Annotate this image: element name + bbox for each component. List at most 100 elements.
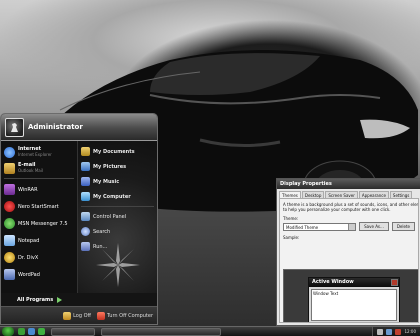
control-panel-icon xyxy=(81,212,90,221)
program-winrar[interactable]: WinRAR xyxy=(1,181,77,198)
start-menu-header: Administrator xyxy=(1,114,157,141)
sample-window-title: Active Window xyxy=(312,279,354,285)
quick-launch-icon-1[interactable] xyxy=(18,328,25,335)
notepad-icon xyxy=(4,235,15,246)
sample-window-body: Window Text xyxy=(311,289,397,321)
place-my-computer-label: My Computer xyxy=(93,193,131,200)
program-msn[interactable]: MSN Messenger 7.5 xyxy=(1,215,77,232)
program-nero[interactable]: Nero StartSmart xyxy=(1,198,77,215)
all-programs-button[interactable]: All Programs xyxy=(1,293,157,306)
power-icon xyxy=(96,312,105,320)
display-properties-dialog: Display Properties Themes Desktop Screen… xyxy=(276,178,420,326)
volume-icon[interactable] xyxy=(377,328,384,335)
program-drdivx-label: Dr. DivX xyxy=(18,254,39,261)
music-icon xyxy=(81,177,90,186)
place-my-pictures[interactable]: My Pictures xyxy=(78,159,157,174)
user-avatar[interactable] xyxy=(5,117,24,137)
close-icon xyxy=(391,279,398,286)
turn-off-label: Turn Off Computer xyxy=(106,313,153,319)
start-menu-separator xyxy=(4,178,74,179)
user-name: Administrator xyxy=(28,123,83,131)
place-my-pictures-label: My Pictures xyxy=(93,163,127,170)
theme-select[interactable]: Modified Theme xyxy=(283,222,357,231)
tab-settings[interactable]: Settings xyxy=(389,191,413,198)
quick-launch-icon-2[interactable] xyxy=(28,328,35,335)
turn-off-button[interactable]: Turn Off Computer xyxy=(96,312,153,320)
sample-window-text: Window Text xyxy=(313,291,339,296)
start-menu-footer: Log Off Turn Off Computer xyxy=(1,306,157,324)
pinned-internet-subtitle: Internet Explorer xyxy=(18,152,52,157)
place-my-documents[interactable]: My Documents xyxy=(78,144,157,159)
starburst-decoration xyxy=(96,243,140,287)
program-wordpad[interactable]: WordPad xyxy=(1,266,77,283)
system-control-panel[interactable]: Control Panel xyxy=(78,209,157,224)
place-my-computer[interactable]: My Computer xyxy=(78,189,157,204)
program-drdivx[interactable]: Dr. DivX xyxy=(1,249,77,266)
network-icon[interactable] xyxy=(386,328,393,335)
start-button[interactable] xyxy=(2,327,14,336)
email-icon xyxy=(4,162,15,174)
chevron-down-icon xyxy=(348,223,356,230)
horse-icon xyxy=(11,122,18,132)
start-menu-left-pane: Internet Internet Explorer E-mail Outlook … xyxy=(1,141,77,293)
program-msn-label: MSN Messenger 7.5 xyxy=(18,220,68,227)
quick-launch xyxy=(18,328,45,335)
log-off-label: Log Off xyxy=(73,313,91,319)
wordpad-icon xyxy=(4,269,15,280)
program-winrar-label: WinRAR xyxy=(18,186,38,193)
program-wordpad-label: WordPad xyxy=(18,271,40,278)
msn-messenger-icon xyxy=(4,218,15,229)
start-menu-right-pane: My Documents My Pictures My Music My Com… xyxy=(77,141,157,293)
computer-icon xyxy=(81,192,90,201)
sample-active-window: Active Window Window Text xyxy=(308,277,400,322)
pinned-email[interactable]: E-mail Outlook Mail xyxy=(1,160,77,176)
delete-button[interactable]: Delete xyxy=(391,222,415,231)
clock[interactable]: 12:00 xyxy=(404,329,416,334)
log-off-button[interactable]: Log Off xyxy=(63,312,91,320)
dialog-tabs: Themes Desktop Screen Saver Appearance S… xyxy=(277,189,420,198)
pictures-icon xyxy=(81,162,90,171)
system-search-label: Search xyxy=(93,228,111,235)
log-off-icon xyxy=(63,312,72,320)
theme-select-value: Modified Theme xyxy=(286,224,319,230)
sample-label: Sample: xyxy=(283,235,300,240)
system-tray: 12:00 xyxy=(372,326,420,336)
place-my-documents-label: My Documents xyxy=(93,148,135,155)
start-menu-right-separator xyxy=(81,206,154,207)
pinned-internet[interactable]: Internet Internet Explorer xyxy=(1,144,77,160)
theme-label: Theme: xyxy=(283,216,299,221)
quick-launch-icon-3[interactable] xyxy=(38,328,45,335)
dialog-title[interactable]: Display Properties xyxy=(277,179,420,189)
place-my-music-label: My Music xyxy=(93,178,120,185)
taskbar-window-button-active[interactable] xyxy=(101,327,221,336)
tab-appearance[interactable]: Appearance xyxy=(358,191,389,198)
all-programs-label: All Programs xyxy=(17,296,54,303)
themes-panel: A theme is a background plus a set of so… xyxy=(279,198,419,323)
security-icon[interactable] xyxy=(395,328,402,335)
taskbar-window-button[interactable] xyxy=(51,327,95,336)
internet-explorer-icon xyxy=(4,146,15,158)
theme-sample-preview: Active Window Window Text xyxy=(283,269,418,322)
theme-description-line-2: to help you personalize your computer wi… xyxy=(283,207,391,212)
start-menu: Administrator Internet Internet Explorer … xyxy=(0,113,158,325)
pinned-email-subtitle: Outlook Mail xyxy=(18,168,43,173)
tab-desktop[interactable]: Desktop xyxy=(301,191,325,198)
program-nero-label: Nero StartSmart xyxy=(18,203,59,210)
place-my-music[interactable]: My Music xyxy=(78,174,157,189)
save-as-button[interactable]: Save As... xyxy=(359,222,389,231)
tab-screen-saver[interactable]: Screen Saver xyxy=(325,191,358,198)
arrow-right-icon xyxy=(57,296,63,303)
program-notepad-label: Notepad xyxy=(18,237,40,244)
sample-window-titlebar: Active Window xyxy=(309,278,399,287)
winrar-icon xyxy=(4,184,15,195)
tab-themes[interactable]: Themes xyxy=(279,191,301,198)
system-search[interactable]: Search xyxy=(78,224,157,239)
nero-icon xyxy=(4,201,15,212)
run-icon xyxy=(81,242,90,251)
system-control-panel-label: Control Panel xyxy=(93,213,127,220)
program-notepad[interactable]: Notepad xyxy=(1,232,77,249)
drdivx-icon xyxy=(4,252,15,263)
folder-icon xyxy=(81,147,90,156)
taskbar: 12:00 xyxy=(0,326,420,336)
search-icon xyxy=(81,227,90,236)
